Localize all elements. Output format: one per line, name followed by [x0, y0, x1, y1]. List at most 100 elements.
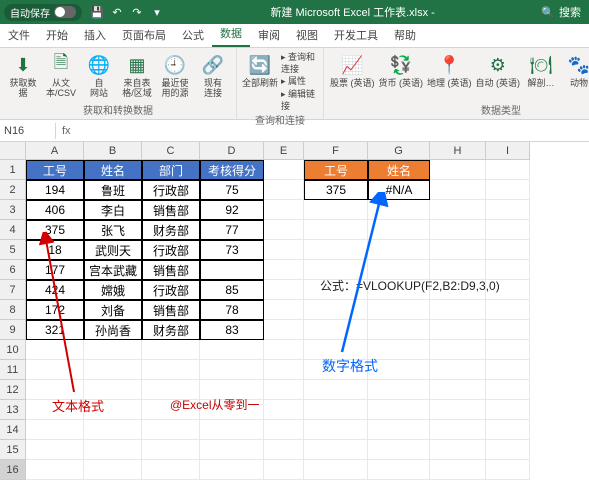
- cell-D8[interactable]: 78: [200, 300, 264, 320]
- cell-C3[interactable]: 销售部: [142, 200, 200, 220]
- ribbon-button[interactable]: 🕘最近使用的源: [158, 52, 192, 99]
- cell-E6[interactable]: [264, 260, 304, 280]
- row-header-9[interactable]: 9: [0, 320, 26, 340]
- cell-B8[interactable]: 刘备: [84, 300, 142, 320]
- col-header-A[interactable]: A: [26, 142, 84, 160]
- cell-H3[interactable]: [430, 200, 486, 220]
- cell-C6[interactable]: 销售部: [142, 260, 200, 280]
- cell-I3[interactable]: [486, 200, 530, 220]
- search-box[interactable]: 🔍 搜索: [541, 4, 581, 20]
- cell-D4[interactable]: 77: [200, 220, 264, 240]
- tab-插入[interactable]: 插入: [76, 23, 114, 47]
- cell-E10[interactable]: [264, 340, 304, 360]
- col-header-B[interactable]: B: [84, 142, 142, 160]
- cell-H10[interactable]: [430, 340, 486, 360]
- tab-公式[interactable]: 公式: [174, 23, 212, 47]
- cell-B7[interactable]: 嫦娥: [84, 280, 142, 300]
- cell-B16[interactable]: [84, 460, 142, 480]
- cell-I9[interactable]: [486, 320, 530, 340]
- ribbon-button[interactable]: 🍽解剖…: [524, 52, 558, 89]
- ribbon-button[interactable]: 🌐自网站: [82, 52, 116, 99]
- row-header-5[interactable]: 5: [0, 240, 26, 260]
- col-header-C[interactable]: C: [142, 142, 200, 160]
- ribbon-button[interactable]: 🔗现有连接: [196, 52, 230, 99]
- cell-E11[interactable]: [264, 360, 304, 380]
- cell-A14[interactable]: [26, 420, 84, 440]
- col-header-G[interactable]: G: [368, 142, 430, 160]
- cell-B14[interactable]: [84, 420, 142, 440]
- row-header-3[interactable]: 3: [0, 200, 26, 220]
- cell-D14[interactable]: [200, 420, 264, 440]
- cell-C14[interactable]: [142, 420, 200, 440]
- cell-B9[interactable]: 孙尚香: [84, 320, 142, 340]
- cell-H16[interactable]: [430, 460, 486, 480]
- cell-I14[interactable]: [486, 420, 530, 440]
- cell-B11[interactable]: [84, 360, 142, 380]
- formula-input[interactable]: [77, 129, 589, 133]
- ribbon-button[interactable]: 📈股票 (英语): [330, 52, 375, 89]
- cell-C7[interactable]: 行政部: [142, 280, 200, 300]
- cell-H5[interactable]: [430, 240, 486, 260]
- tab-开发工具[interactable]: 开发工具: [326, 23, 386, 47]
- undo-icon[interactable]: ↶: [110, 5, 124, 19]
- cell-C5[interactable]: 行政部: [142, 240, 200, 260]
- cell-C2[interactable]: 行政部: [142, 180, 200, 200]
- cell-H1[interactable]: [430, 160, 486, 180]
- cell-B6[interactable]: 宫本武藏: [84, 260, 142, 280]
- cell-I2[interactable]: [486, 180, 530, 200]
- col-header-H[interactable]: H: [430, 142, 486, 160]
- ribbon-button[interactable]: ▦来自表格/区域: [120, 52, 154, 99]
- cell-C16[interactable]: [142, 460, 200, 480]
- cell-G16[interactable]: [368, 460, 430, 480]
- cell-E14[interactable]: [264, 420, 304, 440]
- cell-H4[interactable]: [430, 220, 486, 240]
- ribbon-button[interactable]: ⬇获取数据: [6, 52, 40, 99]
- cell-F14[interactable]: [304, 420, 368, 440]
- cell-H15[interactable]: [430, 440, 486, 460]
- row-header-8[interactable]: 8: [0, 300, 26, 320]
- col-header-D[interactable]: D: [200, 142, 264, 160]
- cell-E7[interactable]: [264, 280, 304, 300]
- cell-E3[interactable]: [264, 200, 304, 220]
- cell-C1[interactable]: 部门: [142, 160, 200, 180]
- cell-B4[interactable]: 张飞: [84, 220, 142, 240]
- cell-B10[interactable]: [84, 340, 142, 360]
- cell-B2[interactable]: 鲁班: [84, 180, 142, 200]
- cell-E5[interactable]: [264, 240, 304, 260]
- select-all-corner[interactable]: [0, 142, 26, 160]
- ribbon-button[interactable]: 🗎从文本/CSV: [44, 52, 78, 99]
- name-box[interactable]: N16: [0, 123, 56, 139]
- cell-F12[interactable]: [304, 380, 368, 400]
- cell-E16[interactable]: [264, 460, 304, 480]
- cell-I8[interactable]: [486, 300, 530, 320]
- col-header-E[interactable]: E: [264, 142, 304, 160]
- cell-E13[interactable]: [264, 400, 304, 420]
- ribbon-button[interactable]: ▸ 查询和连接▸ 属性▸ 编辑链接: [281, 52, 317, 112]
- cell-D6[interactable]: [200, 260, 264, 280]
- fx-icon[interactable]: fx: [56, 125, 77, 137]
- row-header-10[interactable]: 10: [0, 340, 26, 360]
- cell-A16[interactable]: [26, 460, 84, 480]
- row-header-15[interactable]: 15: [0, 440, 26, 460]
- ribbon-button[interactable]: ⚙自动 (英语): [476, 52, 521, 89]
- cell-I12[interactable]: [486, 380, 530, 400]
- cell-D16[interactable]: [200, 460, 264, 480]
- tab-页面布局[interactable]: 页面布局: [114, 23, 174, 47]
- cell-C10[interactable]: [142, 340, 200, 360]
- cell-I11[interactable]: [486, 360, 530, 380]
- cell-H14[interactable]: [430, 420, 486, 440]
- cell-D2[interactable]: 75: [200, 180, 264, 200]
- cell-C9[interactable]: 财务部: [142, 320, 200, 340]
- row-header-4[interactable]: 4: [0, 220, 26, 240]
- cell-I15[interactable]: [486, 440, 530, 460]
- row-header-11[interactable]: 11: [0, 360, 26, 380]
- cell-C4[interactable]: 财务部: [142, 220, 200, 240]
- row-header-16[interactable]: 16: [0, 460, 26, 480]
- row-header-12[interactable]: 12: [0, 380, 26, 400]
- cell-H12[interactable]: [430, 380, 486, 400]
- cell-G13[interactable]: [368, 400, 430, 420]
- ribbon-button[interactable]: 🐾动物: [562, 52, 589, 89]
- cell-D10[interactable]: [200, 340, 264, 360]
- cell-I13[interactable]: [486, 400, 530, 420]
- tab-数据[interactable]: 数据: [212, 21, 250, 47]
